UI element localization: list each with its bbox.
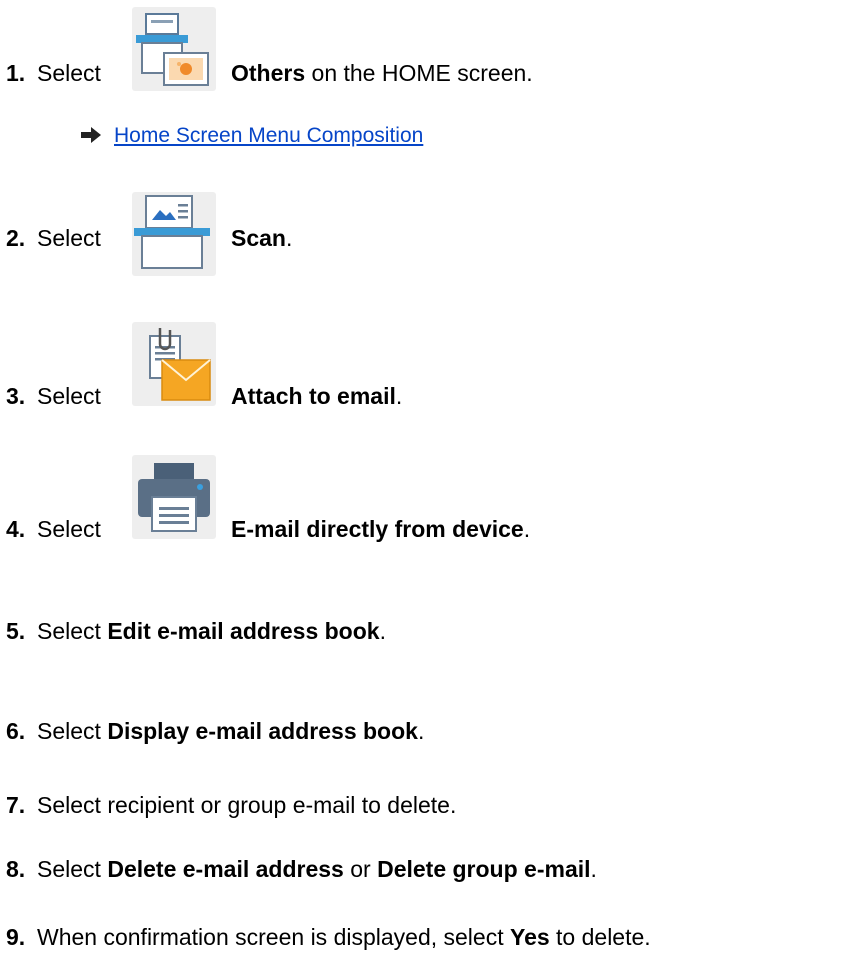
- step-text: Select: [37, 225, 101, 251]
- step-number: 1.: [6, 60, 26, 86]
- step-text: Select: [37, 856, 108, 882]
- step-bold-text: Others: [231, 60, 306, 86]
- step-number: 8.: [6, 856, 26, 882]
- step-post-text: on the HOME screen.: [305, 60, 533, 86]
- step-text: Select: [37, 60, 101, 86]
- step-number: 6.: [6, 718, 26, 744]
- step-post-text: .: [590, 856, 597, 882]
- step-bold-text: Scan: [231, 225, 286, 251]
- step-number: 5.: [6, 618, 26, 644]
- step-post-text: .: [523, 516, 531, 542]
- step-mid-text: or: [343, 856, 378, 882]
- step-number: 4.: [6, 516, 26, 542]
- right-arrow-icon: [80, 126, 102, 144]
- step-text: Select recipient or group e-mail to dele…: [37, 792, 457, 818]
- step-bold-text: Yes: [510, 924, 550, 950]
- step-number: 9.: [6, 924, 26, 950]
- step-bold-text: E-mail directly from device: [231, 516, 524, 542]
- step-text: Select: [37, 718, 108, 744]
- step-bold-text: Attach to email: [231, 383, 396, 409]
- step-text: Select: [37, 383, 101, 409]
- step-3-label: Attach to email.: [231, 382, 402, 410]
- step-post-text: .: [285, 225, 293, 251]
- step-1-label: Others on the HOME screen.: [231, 59, 533, 87]
- home-screen-menu-composition-link[interactable]: Home Screen Menu Composition: [114, 124, 423, 147]
- step-bold-text: Edit e-mail address book: [107, 618, 380, 644]
- step-post-text: .: [417, 718, 425, 744]
- step-2-label: Scan.: [231, 224, 292, 252]
- step-bold-text-2: Delete group e-mail: [377, 856, 591, 882]
- step-4-label: E-mail directly from device.: [231, 515, 530, 543]
- step-text: When confirmation screen is displayed, s…: [37, 924, 510, 950]
- step-text: Select: [37, 516, 101, 542]
- step-post-text: .: [395, 383, 403, 409]
- step-bold-text: Delete e-mail address: [107, 856, 344, 882]
- scan-icon: [132, 192, 216, 276]
- printer-icon: [132, 455, 216, 539]
- reference-link-row: Home Screen Menu Composition: [80, 124, 423, 148]
- step-post-text: .: [379, 618, 386, 644]
- step-text: Select: [37, 618, 108, 644]
- step-bold-text: Display e-mail address book: [107, 718, 418, 744]
- attach-to-email-icon: [132, 322, 216, 406]
- step-number: 7.: [6, 792, 26, 818]
- step-post-text: to delete.: [549, 924, 651, 950]
- step-number: 2.: [6, 225, 26, 251]
- others-icon: [132, 7, 216, 91]
- step-number: 3.: [6, 383, 26, 409]
